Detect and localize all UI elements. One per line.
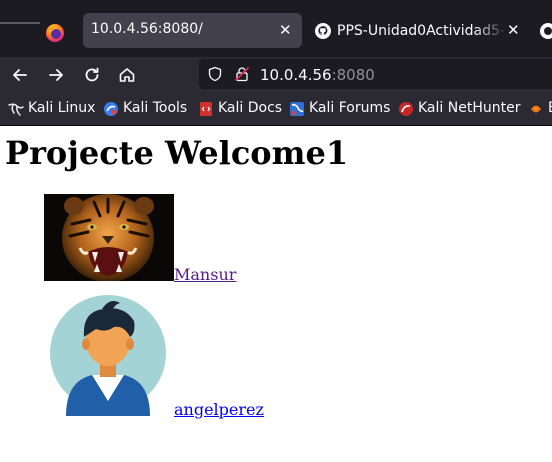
bookmark-label: Kali NetHunter: [418, 100, 521, 116]
bookmark-label: Kali Tools: [123, 100, 188, 116]
address-bar[interactable]: 10.0.4.56:8080: [199, 59, 552, 89]
reload-icon[interactable]: [81, 64, 103, 86]
navigation-toolbar: 10.0.4.56:8080: [0, 57, 552, 92]
kali-docs-icon: [200, 102, 212, 116]
user-link-mansur[interactable]: Mansur: [174, 265, 236, 284]
close-tab-icon[interactable]: ✕: [279, 23, 292, 38]
bookmark-label: E: [548, 100, 552, 116]
url-host: 10.0.4.56: [260, 66, 332, 84]
tab-title: PPS-Unidad0Actividad5-: [337, 23, 505, 39]
tiger-photo: [44, 194, 174, 281]
page-title: Projecte Welcome1: [5, 134, 349, 172]
home-icon[interactable]: [116, 64, 138, 86]
tab-title: 10.0.4.56:8080/: [91, 21, 203, 37]
url-text: 10.0.4.56:8080: [260, 66, 375, 84]
bookmark-label: Kali Forums: [309, 100, 391, 116]
tab-strip: 10.0.4.56:8080/ ✕ PPS-Unidad0Actividad5-…: [0, 0, 552, 57]
github-icon: [315, 23, 331, 39]
shield-icon[interactable]: [207, 66, 223, 82]
url-port: :8080: [331, 66, 375, 84]
kali-dragon-icon: [8, 103, 24, 116]
firefox-icon[interactable]: [45, 23, 65, 43]
github-icon[interactable]: [540, 23, 552, 39]
kali-tools-icon: [104, 102, 118, 116]
user-link-angelperez[interactable]: angelperez: [174, 400, 264, 419]
back-icon[interactable]: [9, 64, 31, 86]
bookmarks-toolbar: Kali Linux Kali Tools Kali Docs Kali For…: [0, 92, 552, 126]
person-avatar: [50, 295, 166, 416]
bookmark-label: Kali Docs: [218, 100, 283, 116]
kali-forums-icon: [290, 102, 304, 116]
exploit-db-icon: [531, 105, 541, 113]
close-tab-icon[interactable]: ✕: [507, 23, 520, 38]
tab-partial[interactable]: [0, 22, 40, 24]
page-content: Projecte Welcome1 Mansur angelperez: [0, 126, 552, 462]
insecure-lock-icon[interactable]: [234, 66, 250, 82]
tab-active[interactable]: 10.0.4.56:8080/ ✕: [83, 13, 302, 48]
forward-icon[interactable]: [45, 64, 67, 86]
tab-github[interactable]: PPS-Unidad0Actividad5- ✕: [313, 13, 543, 48]
nethunter-icon: [399, 102, 413, 116]
bookmark-label: Kali Linux: [28, 100, 96, 116]
